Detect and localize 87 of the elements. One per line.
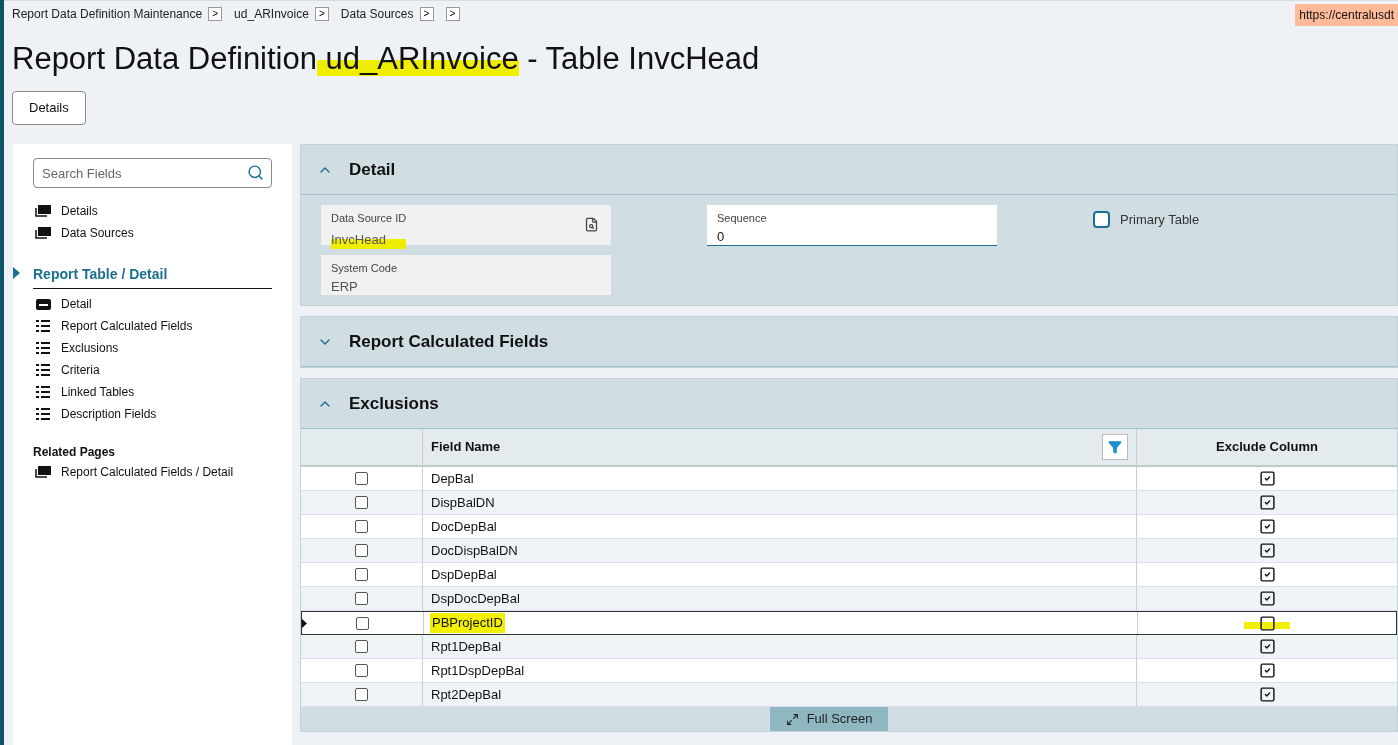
- panel-title: Exclusions: [349, 392, 439, 415]
- breadcrumb-link[interactable]: ud_ARInvoice: [234, 5, 309, 23]
- row-checkbox[interactable]: [355, 664, 368, 677]
- breadcrumb-chevron[interactable]: >: [208, 7, 223, 21]
- table-row[interactable]: DispBalDN: [301, 491, 1397, 515]
- related-heading: Related Pages: [33, 444, 117, 461]
- unchecked-icon[interactable]: [1258, 614, 1276, 632]
- nav-link[interactable]: Description Fields: [35, 403, 272, 425]
- card-icon: [35, 298, 51, 310]
- row-checkbox[interactable]: [355, 688, 368, 701]
- checked-icon[interactable]: [1258, 638, 1276, 655]
- section-link[interactable]: Report Table / Detail: [33, 266, 168, 282]
- expand-arrows-icon: [785, 712, 799, 726]
- checked-icon[interactable]: [1258, 470, 1276, 487]
- full-screen-button[interactable]: Full Screen: [769, 707, 889, 731]
- table-row[interactable]: DocDepBal: [301, 515, 1397, 539]
- table-cell-text: DispBalDN: [431, 493, 495, 512]
- row-pointer-icon: [302, 619, 307, 628]
- table-row[interactable]: DspDepBal: [301, 563, 1397, 587]
- breadcrumb-chevron[interactable]: >: [445, 7, 460, 21]
- breadcrumb-chevron[interactable]: >: [314, 7, 329, 21]
- filter-button[interactable]: [1102, 434, 1128, 460]
- panel-title: Detail: [349, 158, 396, 181]
- table-cell-text: DspDepBal: [431, 565, 497, 584]
- details-button[interactable]: Details: [12, 91, 86, 125]
- checked-icon[interactable]: [1258, 686, 1276, 703]
- list-icon: [36, 320, 50, 332]
- list-icon: [36, 386, 50, 398]
- nav-link[interactable]: Data Sources: [35, 222, 272, 244]
- stacked-cards-icon: [35, 205, 51, 217]
- table-cell-text: DocDispBalDN: [431, 541, 518, 560]
- checked-icon[interactable]: [1258, 566, 1276, 583]
- column-header[interactable]: Field Name: [431, 437, 501, 457]
- primary-table-checkbox[interactable]: [1093, 211, 1110, 229]
- list-icon: [36, 342, 50, 354]
- row-checkbox[interactable]: [355, 640, 368, 653]
- table-cell-text: DspDocDepBal: [431, 589, 520, 608]
- nav-link[interactable]: Details: [35, 200, 272, 222]
- system-code-field: System Code ERP: [321, 255, 611, 295]
- lookup-icon[interactable]: [584, 217, 599, 232]
- table-cell: PBProjectID: [430, 613, 505, 633]
- table-cell-text: Rpt1DspDepBal: [431, 661, 525, 680]
- nav-link[interactable]: Report Calculated Fields: [35, 315, 272, 337]
- panel-title: Report Calculated Fields: [349, 330, 549, 353]
- table-row[interactable]: Rpt2DepBal: [301, 683, 1397, 707]
- search-icon: [247, 164, 264, 181]
- breadcrumb-link[interactable]: Data Sources: [340, 5, 414, 23]
- row-checkbox[interactable]: [355, 472, 368, 485]
- calculated-header[interactable]: Report Calculated Fields: [301, 317, 1397, 367]
- sequence-field[interactable]: Sequence 0: [707, 205, 997, 246]
- nav-link[interactable]: Criteria: [35, 359, 272, 381]
- table-row[interactable]: DspDocDepBal: [301, 587, 1397, 611]
- row-checkbox[interactable]: [355, 520, 368, 533]
- nav-link[interactable]: Exclusions: [35, 337, 272, 359]
- table-cell-text: Rpt1DepBal: [431, 637, 502, 656]
- checkbox-label: Primary Table: [1120, 211, 1200, 229]
- search-field[interactable]: Search Fields: [33, 158, 272, 188]
- checked-icon[interactable]: [1258, 542, 1276, 559]
- table-row[interactable]: Rpt1DspDepBal: [301, 659, 1397, 683]
- table-row[interactable]: DepBal: [301, 467, 1397, 491]
- checked-icon[interactable]: [1258, 662, 1276, 679]
- nav-link[interactable]: Linked Tables: [35, 381, 272, 403]
- table-row[interactable]: Rpt1DepBal: [301, 635, 1397, 659]
- breadcrumb-chevron[interactable]: >: [419, 7, 434, 21]
- stacked-cards-icon: [35, 466, 51, 478]
- stacked-cards-icon: [35, 227, 51, 239]
- row-checkbox[interactable]: [355, 496, 368, 509]
- breadcrumb-link[interactable]: Report Data Definition Maintenance: [12, 5, 203, 23]
- nav-link[interactable]: Detail: [35, 293, 272, 315]
- row-checkbox[interactable]: [355, 592, 368, 605]
- list-icon: [36, 408, 50, 420]
- table-cell-text: DepBal: [431, 469, 474, 488]
- nav-link[interactable]: Report Calculated Fields / Detail: [35, 461, 272, 483]
- url-tooltip: https://centralusdt: [1295, 4, 1398, 26]
- table-cell-text: Rpt2DepBal: [431, 685, 502, 704]
- row-checkbox[interactable]: [356, 616, 369, 630]
- table-row[interactable]: PBProjectID: [301, 611, 1397, 635]
- table-cell-text: DocDepBal: [431, 517, 497, 536]
- row-checkbox[interactable]: [355, 544, 368, 557]
- checked-icon[interactable]: [1258, 518, 1276, 535]
- column-header[interactable]: Exclude Column: [1216, 437, 1318, 457]
- filter-icon: [1108, 440, 1122, 454]
- list-icon: [36, 364, 50, 376]
- row-checkbox[interactable]: [355, 568, 368, 581]
- table-row[interactable]: DocDispBalDN: [301, 539, 1397, 563]
- checked-icon[interactable]: [1258, 590, 1276, 607]
- checked-icon[interactable]: [1258, 494, 1276, 511]
